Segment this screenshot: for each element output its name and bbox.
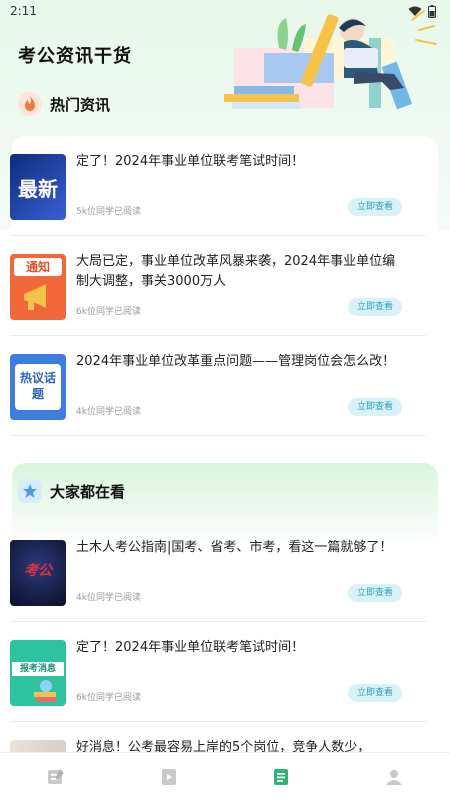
study-illustration: [224, 10, 437, 110]
news-title: 2024年事业单位改革重点问题——管理岗位会怎么改！: [76, 354, 396, 369]
section-title: 大家都在看: [50, 482, 126, 501]
popular-header: 大家都在看: [18, 479, 125, 503]
page-title: 考公资讯干货: [18, 46, 132, 67]
document-icon: [274, 768, 289, 785]
news-title: 大局已定，事业单位改革风暴来袭，2024年事业单位编制大调整，事关3000万人: [76, 254, 396, 289]
news-thumbnail: 热议话题: [10, 354, 66, 420]
tab-video[interactable]: [149, 757, 189, 797]
view-now-button[interactable]: 立即查看: [348, 398, 402, 416]
view-now-button[interactable]: 立即查看: [348, 198, 402, 216]
read-count: 6k位同学已阅读: [76, 307, 141, 317]
status-time: 2:11: [10, 4, 37, 18]
news-item[interactable]: 报考消息 定了！2024年事业单位联考笔试时间！ 6k位同学已阅读 立即查看: [10, 622, 426, 722]
news-item[interactable]: 考公 土木人考公指南|国考、省考、市考，看这一篇就够了！ 4k位同学已阅读 立即…: [10, 522, 426, 622]
news-item[interactable]: 最新 定了！2024年事业单位联考笔试时间！ 5k位同学已阅读 立即查看: [10, 136, 426, 236]
news-title: 定了！2024年事业单位联考笔试时间！: [76, 640, 305, 655]
view-now-button[interactable]: 立即查看: [348, 298, 402, 316]
fire-icon: [18, 92, 42, 116]
thumbnail-text: 报考消息: [12, 662, 64, 676]
news-thumbnail: 通知: [10, 254, 66, 320]
read-count: 6k位同学已阅读: [76, 693, 141, 703]
hot-news-header: 热门资讯: [18, 92, 110, 116]
news-item[interactable]: 通知 大局已定，事业单位改革风暴来袭，2024年事业单位编制大调整，事关3000…: [10, 236, 426, 336]
news-title: 土木人考公指南|国考、省考、市考，看这一篇就够了！: [76, 540, 393, 555]
news-title: 定了！2024年事业单位联考笔试时间！: [76, 154, 305, 169]
books-icon: [34, 680, 56, 702]
read-count: 5k位同学已阅读: [76, 207, 141, 217]
star-icon: [18, 479, 42, 503]
view-now-button[interactable]: 立即查看: [348, 684, 402, 702]
thumbnail-text: 通知: [14, 258, 62, 276]
thumbnail-text: 考公: [24, 563, 52, 579]
tab-profile[interactable]: [374, 757, 414, 797]
profile-icon: [385, 769, 402, 785]
thumbnail-text: 热议话题: [15, 364, 61, 410]
video-icon: [161, 768, 176, 785]
megaphone-icon: [24, 284, 46, 310]
tab-documents[interactable]: [261, 757, 301, 797]
read-count: 4k位同学已阅读: [76, 593, 141, 603]
section-title: 热门资讯: [50, 95, 111, 114]
read-count: 4k位同学已阅读: [76, 407, 141, 417]
thumbnail-text: 最新: [18, 176, 58, 201]
tab-edit[interactable]: [36, 757, 76, 797]
news-item[interactable]: 热议话题 2024年事业单位改革重点问题——管理岗位会怎么改！ 4k位同学已阅读…: [10, 336, 426, 436]
news-thumbnail: 考公: [10, 540, 66, 606]
bottom-tab-bar: [0, 752, 450, 800]
view-now-button[interactable]: 立即查看: [348, 584, 402, 602]
news-thumbnail: 报考消息: [10, 640, 66, 706]
edit-icon: [48, 768, 65, 784]
news-thumbnail: 最新: [10, 154, 66, 220]
